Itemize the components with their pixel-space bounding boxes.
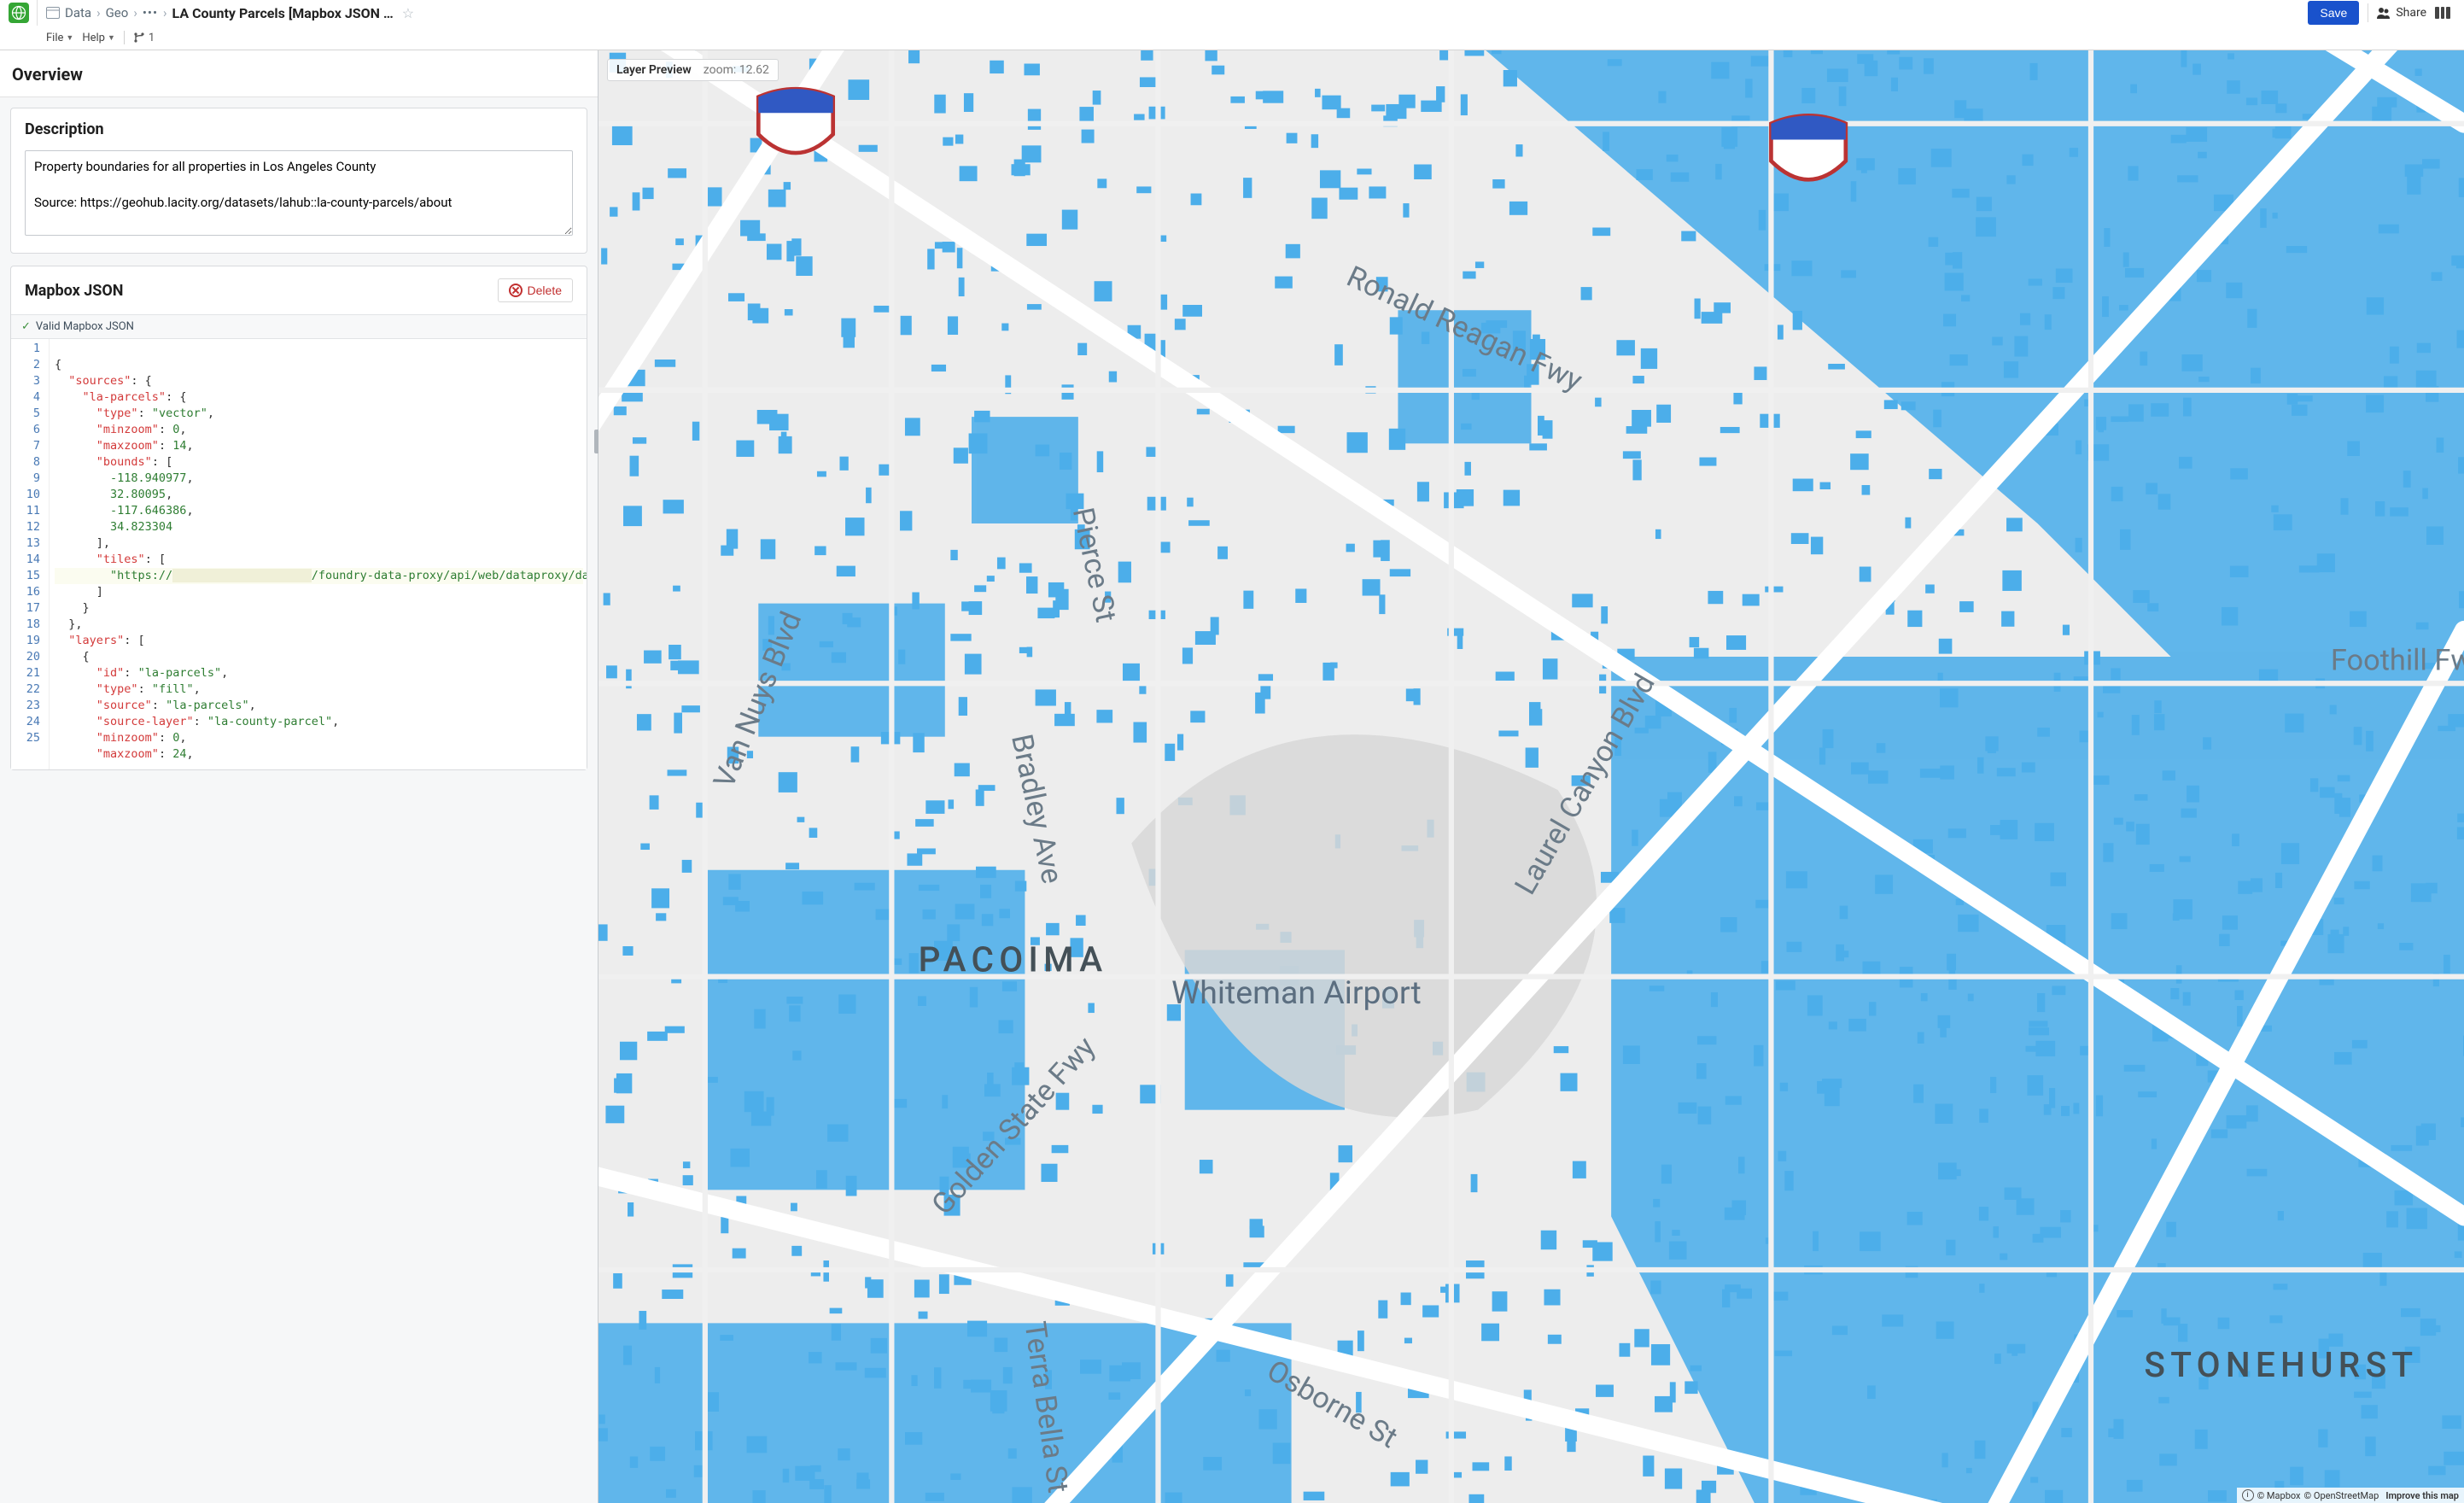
app-icon-container	[0, 0, 38, 26]
zoom-label: zoom: 12.62	[704, 63, 769, 77]
info-icon[interactable]: i	[2242, 1489, 2254, 1501]
line-gutter: 1234567891011121314151617181920212223242…	[11, 339, 49, 769]
map-canvas[interactable]: Ronald Reagan Fwy Golden State Fwy Footh…	[598, 50, 2464, 1503]
validation-text: Valid Mapbox JSON	[36, 320, 134, 333]
mapbox-json-title: Mapbox JSON	[25, 282, 124, 300]
branch-icon	[133, 32, 145, 44]
share-button[interactable]: Share	[2377, 6, 2426, 20]
app-icon[interactable]	[9, 3, 29, 23]
left-panel: Overview Description Mapbox JSON Delete …	[0, 50, 598, 1503]
caret-down-icon: ▼	[108, 33, 115, 43]
branch-count: 1	[149, 32, 155, 44]
layout-columns-icon[interactable]	[2435, 7, 2450, 19]
layer-preview-badge: Layer Preview zoom: 12.62	[607, 59, 779, 81]
chevron-right-icon: ›	[163, 5, 167, 20]
share-label: Share	[2396, 6, 2426, 20]
map-attribution: i © Mapbox © OpenStreetMap Improve this …	[2237, 1488, 2464, 1503]
svg-text:STONEHURST: STONEHURST	[2144, 1344, 2418, 1385]
chevron-right-icon: ›	[133, 5, 137, 20]
menu-help[interactable]: Help▼	[82, 32, 115, 44]
map-panel[interactable]: Layer Preview zoom: 12.62	[598, 50, 2464, 1503]
delete-x-icon	[509, 284, 523, 297]
header-top-row: Data › Geo › ••• › LA County Parcels [Ma…	[0, 0, 2464, 26]
menu-file[interactable]: File▼	[46, 32, 73, 44]
mapbox-json-card: Mapbox JSON Delete ✓ Valid Mapbox JSON 1…	[10, 266, 587, 770]
description-textarea[interactable]	[25, 150, 573, 236]
map-svg: Ronald Reagan Fwy Golden State Fwy Footh…	[598, 50, 2464, 1503]
chevron-right-icon: ›	[96, 5, 101, 20]
breadcrumb-data[interactable]: Data	[65, 5, 91, 20]
improve-map-link[interactable]: Improve this map	[2385, 1490, 2459, 1501]
code-editor[interactable]: 1234567891011121314151617181920212223242…	[11, 339, 587, 769]
header-actions: Save Share	[2308, 1, 2455, 25]
menu-file-label: File	[46, 32, 63, 44]
breadcrumb-geo[interactable]: Geo	[106, 5, 129, 20]
description-title: Description	[25, 120, 104, 138]
attr-mapbox[interactable]: © Mapbox	[2257, 1490, 2301, 1501]
breadcrumb: Data › Geo › ••• › LA County Parcels [Ma…	[38, 5, 2308, 21]
separator	[124, 31, 125, 44]
star-icon[interactable]: ☆	[402, 5, 414, 21]
save-button[interactable]: Save	[2308, 1, 2359, 25]
description-card: Description	[10, 108, 587, 254]
breadcrumb-ellipsis[interactable]: •••	[143, 5, 158, 20]
svg-text:Foothill Fwy: Foothill Fwy	[2331, 644, 2464, 678]
overview-heading: Overview	[0, 50, 598, 97]
app-header: Data › Geo › ••• › LA County Parcels [Ma…	[0, 0, 2464, 50]
svg-text:PACOIMA: PACOIMA	[919, 939, 1108, 980]
main-split: Overview Description Mapbox JSON Delete …	[0, 50, 2464, 1503]
people-icon	[2377, 7, 2391, 19]
globe-icon	[11, 5, 26, 20]
left-scroll[interactable]: Description Mapbox JSON Delete ✓ Valid M…	[0, 97, 598, 1503]
json-validation-row: ✓ Valid Mapbox JSON	[11, 314, 587, 339]
page-title: LA County Parcels [Mapbox JSON …	[172, 5, 394, 21]
check-icon: ✓	[21, 320, 31, 333]
menu-help-label: Help	[82, 32, 105, 44]
attr-osm[interactable]: © OpenStreetMap	[2304, 1490, 2379, 1501]
delete-label: Delete	[528, 284, 562, 297]
delete-button[interactable]: Delete	[498, 278, 573, 302]
header-menu-row: File▼ Help▼ 1	[0, 26, 2464, 50]
dataset-icon	[46, 7, 60, 19]
svg-text:Whiteman Airport: Whiteman Airport	[1171, 974, 1422, 1012]
caret-down-icon: ▼	[66, 33, 73, 43]
branch-indicator[interactable]: 1	[133, 32, 155, 44]
code-content[interactable]: { "sources": { "la-parcels": { "type": "…	[49, 339, 587, 769]
layer-preview-label: Layer Preview	[616, 63, 692, 77]
